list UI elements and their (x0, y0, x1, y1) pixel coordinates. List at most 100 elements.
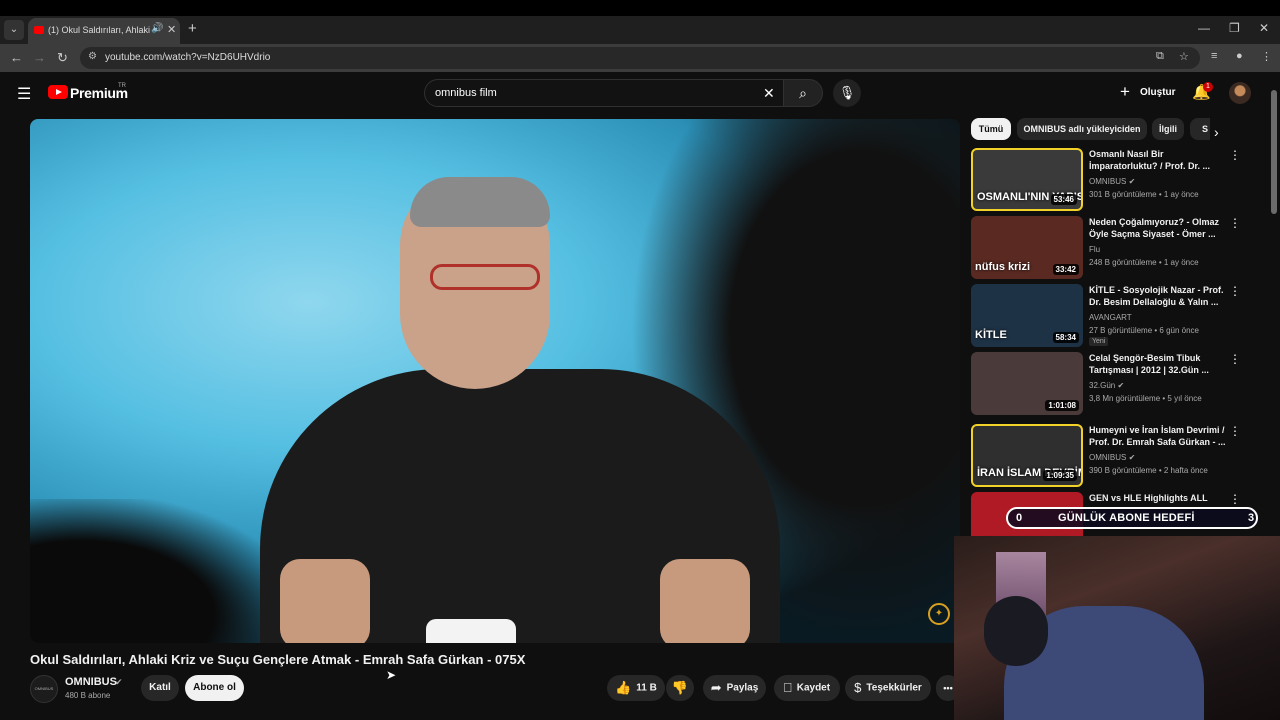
thanks-button[interactable]: $ Teşekkürler (845, 675, 931, 701)
install-app-icon[interactable]: ⧉ (1156, 50, 1164, 63)
chip-all[interactable]: Tümü (971, 118, 1011, 140)
recommendation-meta: 301 B görüntüleme • 1 ay önce (1089, 190, 1199, 199)
recommendation-item[interactable]: nüfus krizi 33:42 Neden Çoğalmıyoruz? - Ol… (971, 216, 1241, 280)
video-player[interactable]: ✦ (30, 119, 960, 643)
dislike-button[interactable]: 👎 (666, 675, 694, 701)
recommendation-thumbnail[interactable]: 1:01:08 (971, 352, 1083, 415)
site-info-icon[interactable]: ⚙ (88, 51, 97, 62)
duration-badge: 53:46 (1050, 194, 1077, 205)
account-avatar[interactable] (1229, 82, 1251, 104)
verified-badge-icon: ✔ (115, 677, 123, 687)
recommendation-thumbnail[interactable]: OSMANLI'NIN YAPISI 53:46 (971, 148, 1083, 211)
recommendation-title[interactable]: Celal Şengör-Besim Tibuk Tartışması | 20… (1089, 352, 1229, 376)
channel-avatar[interactable]: OMNIBUS (30, 675, 58, 703)
profile-icon[interactable]: ● (1236, 50, 1243, 62)
youtube-logo-icon[interactable] (48, 85, 68, 99)
chevron-right-icon[interactable]: › (1214, 124, 1219, 140)
reload-icon[interactable]: ↻ (57, 50, 68, 66)
recommendation-channel[interactable]: Flu (1089, 245, 1100, 254)
chip-from-uploader[interactable]: OMNIBUS adlı yükleyiciden (1017, 118, 1147, 140)
recommendation-title[interactable]: Osmanlı Nasıl Bir İmparatorluktu? / Prof… (1089, 148, 1229, 172)
thanks-label: Teşekkürler (866, 682, 922, 694)
youtube-header: ☰ Premium TR omnibus film ✕ ⌕ 🎙 + Oluştu… (0, 72, 1280, 114)
clear-search-icon[interactable]: ✕ (763, 85, 775, 102)
recommendation-title[interactable]: Humeyni ve İran İslam Devrimi / Prof. Dr… (1089, 424, 1229, 448)
streamer-webcam (954, 536, 1280, 720)
duration-badge: 58:34 (1052, 332, 1079, 343)
voice-search-icon[interactable]: 🎙 (833, 79, 861, 107)
recommendation-title[interactable]: Neden Çoğalmıyoruz? - Olmaz Öyle Saçma S… (1089, 216, 1229, 240)
youtube-favicon-icon (34, 26, 44, 34)
super-thanks-icon: $ (854, 680, 862, 695)
speaker-arm-right (660, 559, 750, 643)
search-input[interactable]: omnibus film ✕ (424, 79, 784, 107)
recommendation-channel[interactable]: 32.Gün ✔ (1089, 381, 1124, 390)
recommendation-channel[interactable]: AVANGART (1089, 313, 1132, 322)
save-button[interactable]: ⎕ Kaydet (774, 675, 840, 701)
maximize-icon[interactable]: ❐ (1229, 21, 1240, 35)
subscribe-button[interactable]: Abone ol (185, 675, 244, 701)
channel-watermark-icon[interactable]: ✦ (928, 603, 950, 625)
share-button[interactable]: ➦ Paylaş (703, 675, 766, 701)
audio-playing-icon[interactable]: 🔊 (151, 23, 163, 34)
recommendation-thumbnail[interactable]: İRAN İSLAM DEVRİMİ 1:09:35 (971, 424, 1083, 487)
close-window-icon[interactable]: ✕ (1259, 21, 1269, 35)
bookmark-star-icon[interactable]: ☆ (1179, 50, 1189, 63)
url-text: youtube.com/watch?v=NzD6UHVdrio (105, 52, 271, 63)
chip-more[interactable]: S (1190, 118, 1210, 140)
channel-name[interactable]: OMNIBUS (65, 676, 117, 688)
recommendation-thumbnail[interactable]: KİTLE 58:34 (971, 284, 1083, 347)
more-options-icon[interactable]: ⋮ (1229, 148, 1241, 162)
forward-icon[interactable]: → (33, 50, 46, 65)
coffee-cup (426, 619, 516, 643)
recommendation-channel[interactable]: OMNIBUS ✔ (1089, 177, 1135, 186)
recommendation-title[interactable]: KİTLE - Sosyolojik Nazar - Prof. Dr. Bes… (1089, 284, 1229, 308)
plus-icon: + (1120, 82, 1130, 101)
minimize-icon[interactable]: — (1198, 21, 1210, 35)
more-options-icon[interactable]: ⋮ (1229, 424, 1241, 438)
subscriber-goal-bar: 0 GÜNLÜK ABONE HEDEFİ 3 (1006, 507, 1258, 529)
like-button[interactable]: 👍 11 B (607, 675, 665, 701)
more-options-icon[interactable]: ⋮ (1229, 352, 1241, 366)
recommendation-channel-name: AVANGART (1089, 313, 1132, 322)
duration-badge: 1:09:35 (1043, 470, 1077, 481)
recommendation-item[interactable]: İRAN İSLAM DEVRİMİ 1:09:35 Humeyni ve İran… (971, 424, 1241, 488)
new-tab-icon[interactable]: + (188, 20, 197, 37)
more-options-icon[interactable]: ⋮ (1229, 492, 1241, 506)
recommendation-channel-name: Flu (1089, 245, 1101, 254)
recommendation-meta: 3,8 Mn görüntüleme • 5 yıl önce (1089, 394, 1202, 403)
recommendation-item[interactable]: KİTLE 58:34 KİTLE - Sosyolojik Nazar - Pro… (971, 284, 1241, 348)
more-options-icon[interactable]: ⋮ (1229, 216, 1241, 230)
browser-menu-icon[interactable]: ⋮ (1261, 50, 1272, 63)
tab-list-dropdown-icon[interactable]: ⌄ (4, 20, 24, 40)
back-icon[interactable]: ← (10, 50, 23, 65)
recommendation-channel[interactable]: OMNIBUS ✔ (1089, 453, 1135, 462)
speaker-glasses (430, 264, 540, 290)
page-scrollbar[interactable] (1271, 90, 1277, 214)
close-tab-icon[interactable]: ✕ (167, 23, 176, 36)
verified-badge-icon: ✔ (1126, 177, 1136, 186)
url-field[interactable]: ⚙ youtube.com/watch?v=NzD6UHVdrio (80, 47, 1200, 69)
menu-icon[interactable]: ☰ (17, 84, 31, 104)
recommendation-item[interactable]: OSMANLI'NIN YAPISI 53:46 Osmanlı Nasıl Bir… (971, 148, 1241, 212)
notification-count-badge: 1 (1203, 82, 1213, 92)
save-label: Kaydet (796, 682, 831, 694)
browser-tab-bar: ⌄ (1) Okul Saldırıları, Ahlaki Kriz 🔊 ✕ … (0, 16, 1280, 44)
recommendation-channel-name: OMNIBUS (1089, 453, 1127, 462)
browser-tab[interactable]: (1) Okul Saldırıları, Ahlaki Kriz 🔊 ✕ (28, 18, 180, 44)
background-ink-splash-left (30, 499, 290, 643)
recommendation-item[interactable]: 1:01:08 Celal Şengör-Besim Tibuk Tartışma… (971, 352, 1241, 416)
search-button[interactable]: ⌕ (783, 79, 823, 107)
region-code: TR (118, 83, 126, 89)
media-controls-icon[interactable]: ≡ (1211, 50, 1217, 62)
chip-related[interactable]: İlgili (1152, 118, 1184, 140)
join-button[interactable]: Katıl (141, 675, 179, 701)
duration-badge: 1:01:08 (1045, 400, 1079, 411)
verified-badge-icon: ✔ (1126, 453, 1136, 462)
create-button[interactable]: + Oluştur (1114, 81, 1178, 105)
recommendation-thumbnail[interactable]: nüfus krizi 33:42 (971, 216, 1083, 279)
recommendation-meta: 390 B görüntüleme • 2 hafta önce (1089, 466, 1208, 475)
recommendation-title[interactable]: GEN vs HLE Highlights ALL (1089, 492, 1229, 504)
tab-title: (1) Okul Saldırıları, Ahlaki Kriz (48, 25, 152, 35)
more-options-icon[interactable]: ⋮ (1229, 284, 1241, 298)
